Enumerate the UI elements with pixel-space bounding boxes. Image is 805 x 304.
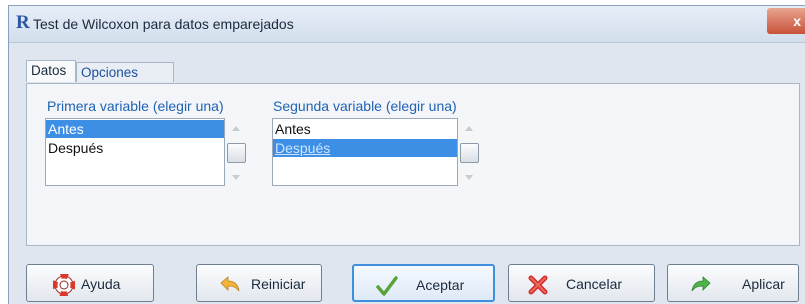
lifebuoy-icon (53, 274, 75, 296)
tab-opciones[interactable]: Opciones (76, 62, 174, 82)
list-item[interactable]: Después (46, 139, 224, 157)
close-icon: x (793, 13, 801, 29)
cancel-button-label: Cancelar (566, 276, 623, 292)
title-bar[interactable]: R Test de Wilcoxon para datos emparejado… (9, 6, 805, 43)
apply-button-label: Aplicar (742, 276, 785, 292)
checkmark-icon (376, 276, 398, 296)
back-arrow-icon (220, 276, 240, 292)
tab-datos[interactable]: Datos (26, 60, 76, 82)
window-title: Test de Wilcoxon para datos emparejados (33, 16, 294, 32)
ok-button-label: Aceptar (416, 277, 465, 293)
apply-button[interactable]: Aplicar (667, 264, 799, 302)
dialog-window: R Test de Wilcoxon para datos emparejado… (8, 5, 805, 304)
reset-button-label: Reiniciar (251, 276, 306, 292)
reset-button[interactable]: Reiniciar (196, 264, 322, 302)
scroll-down-icon[interactable] (232, 175, 240, 180)
red-x-icon (528, 275, 548, 295)
first-variable-label: Primera variable (elegir una) (47, 98, 224, 114)
ok-button[interactable]: Aceptar (352, 264, 495, 302)
green-forward-arrow-icon (691, 276, 711, 292)
scroll-down-icon[interactable] (465, 175, 473, 180)
help-button[interactable]: Ayuda (26, 264, 154, 302)
cancel-button[interactable]: Cancelar (508, 264, 655, 302)
second-variable-scrollbar[interactable] (459, 118, 481, 186)
list-item[interactable]: Antes (46, 120, 224, 138)
tab-panel-datos: Primera variable (elegir una) Antes Desp… (26, 83, 800, 246)
second-variable-listbox[interactable]: Antes Después (272, 118, 458, 186)
scroll-thumb[interactable] (460, 143, 479, 163)
list-item[interactable]: Antes (273, 120, 457, 138)
list-item[interactable]: Después (273, 139, 457, 157)
scroll-thumb[interactable] (227, 143, 246, 163)
first-variable-listbox[interactable]: Antes Después (45, 118, 225, 186)
scroll-up-icon[interactable] (232, 126, 240, 131)
help-button-label: Ayuda (81, 276, 121, 292)
scroll-up-icon[interactable] (465, 126, 473, 131)
r-logo-icon: R (16, 12, 30, 33)
second-variable-label: Segunda variable (elegir una) (273, 98, 457, 114)
first-variable-scrollbar[interactable] (226, 118, 248, 186)
close-button[interactable]: x (767, 8, 805, 34)
